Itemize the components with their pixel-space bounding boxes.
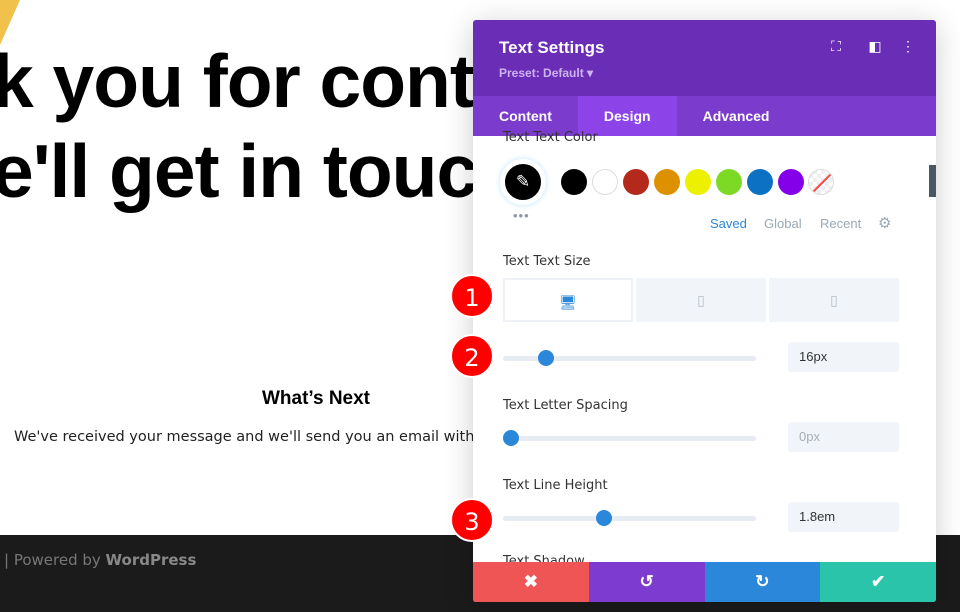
panel-header: Text Settings Preset: Default ▾ ⛶ ◧ ⋮ xyxy=(473,20,936,96)
line-height-label: Text Line Height xyxy=(503,478,608,493)
tab-advanced[interactable]: Advanced xyxy=(677,96,796,136)
text-size-slider[interactable] xyxy=(503,350,756,366)
color-swatch[interactable] xyxy=(716,169,742,195)
letter-spacing-label: Text Letter Spacing xyxy=(503,398,628,413)
redo-button[interactable]: ↻ xyxy=(704,562,821,602)
color-swatch[interactable] xyxy=(747,169,773,195)
preset-dropdown[interactable]: Preset: Default ▾ xyxy=(499,66,593,80)
eyedropper-icon[interactable]: ✎ xyxy=(500,159,546,205)
gear-icon[interactable]: ⚙ xyxy=(878,214,891,232)
slider-thumb[interactable] xyxy=(503,430,519,446)
text-size-input[interactable]: 16px xyxy=(788,342,899,372)
color-swatch[interactable] xyxy=(685,169,711,195)
color-swatch[interactable] xyxy=(561,169,587,195)
phone-icon: ▯ xyxy=(830,292,838,308)
undo-button[interactable]: ↺ xyxy=(588,562,705,602)
whats-next-heading: What’s Next xyxy=(261,388,371,409)
line-height-input[interactable]: 1.8em xyxy=(788,502,899,532)
slider-thumb[interactable] xyxy=(596,510,613,526)
line-height-slider[interactable] xyxy=(503,510,756,526)
transparent-swatch[interactable] xyxy=(808,169,834,195)
message-text: We've received your message and we'll se… xyxy=(14,429,475,445)
panel-title: Text Settings xyxy=(499,38,605,57)
more-options-icon[interactable]: ⋮ xyxy=(900,38,916,55)
color-swatch[interactable] xyxy=(654,169,680,195)
desktop-device-tab[interactable]: 🖥 xyxy=(503,278,633,322)
step-badge-3: 3 xyxy=(450,498,494,542)
split-view-icon[interactable]: ◧ xyxy=(867,38,883,55)
page-heading-line-2: e'll get in touc xyxy=(0,129,478,213)
more-icon[interactable]: ••• xyxy=(513,208,530,223)
palette-recent[interactable]: Recent xyxy=(820,216,861,231)
color-swatch[interactable] xyxy=(778,169,804,195)
scrollbar[interactable] xyxy=(929,165,936,197)
palette-global[interactable]: Global xyxy=(764,216,802,231)
step-badge-1: 1 xyxy=(450,274,494,318)
letter-spacing-slider[interactable] xyxy=(503,430,756,446)
palette-saved[interactable]: Saved xyxy=(710,216,747,231)
action-bar: ✖ ↺ ↻ ✔ xyxy=(473,562,936,602)
desktop-icon: 🖥 xyxy=(559,294,577,310)
phone-device-tab[interactable]: ▯ xyxy=(769,278,899,322)
page-heading-line-1: k you for cont xyxy=(0,39,475,123)
slider-thumb[interactable] xyxy=(538,350,554,366)
text-settings-panel: Text Settings Preset: Default ▾ ⛶ ◧ ⋮ Co… xyxy=(473,20,936,602)
tablet-device-tab[interactable]: ▯ xyxy=(636,278,766,322)
text-size-label: Text Text Size xyxy=(503,254,591,269)
color-swatch[interactable] xyxy=(623,169,649,195)
cancel-button[interactable]: ✖ xyxy=(473,562,589,602)
color-swatch[interactable] xyxy=(592,169,618,195)
fullscreen-icon[interactable]: ⛶ xyxy=(828,38,844,55)
letter-spacing-input[interactable]: 0px xyxy=(788,422,899,452)
footer-wordpress-link[interactable]: WordPress xyxy=(106,551,197,569)
text-color-label: Text Text Color xyxy=(503,130,598,145)
step-badge-2: 2 xyxy=(450,334,494,378)
footer-prefix: | Powered by xyxy=(4,551,106,569)
save-button[interactable]: ✔ xyxy=(820,562,936,602)
tablet-icon: ▯ xyxy=(697,292,705,308)
